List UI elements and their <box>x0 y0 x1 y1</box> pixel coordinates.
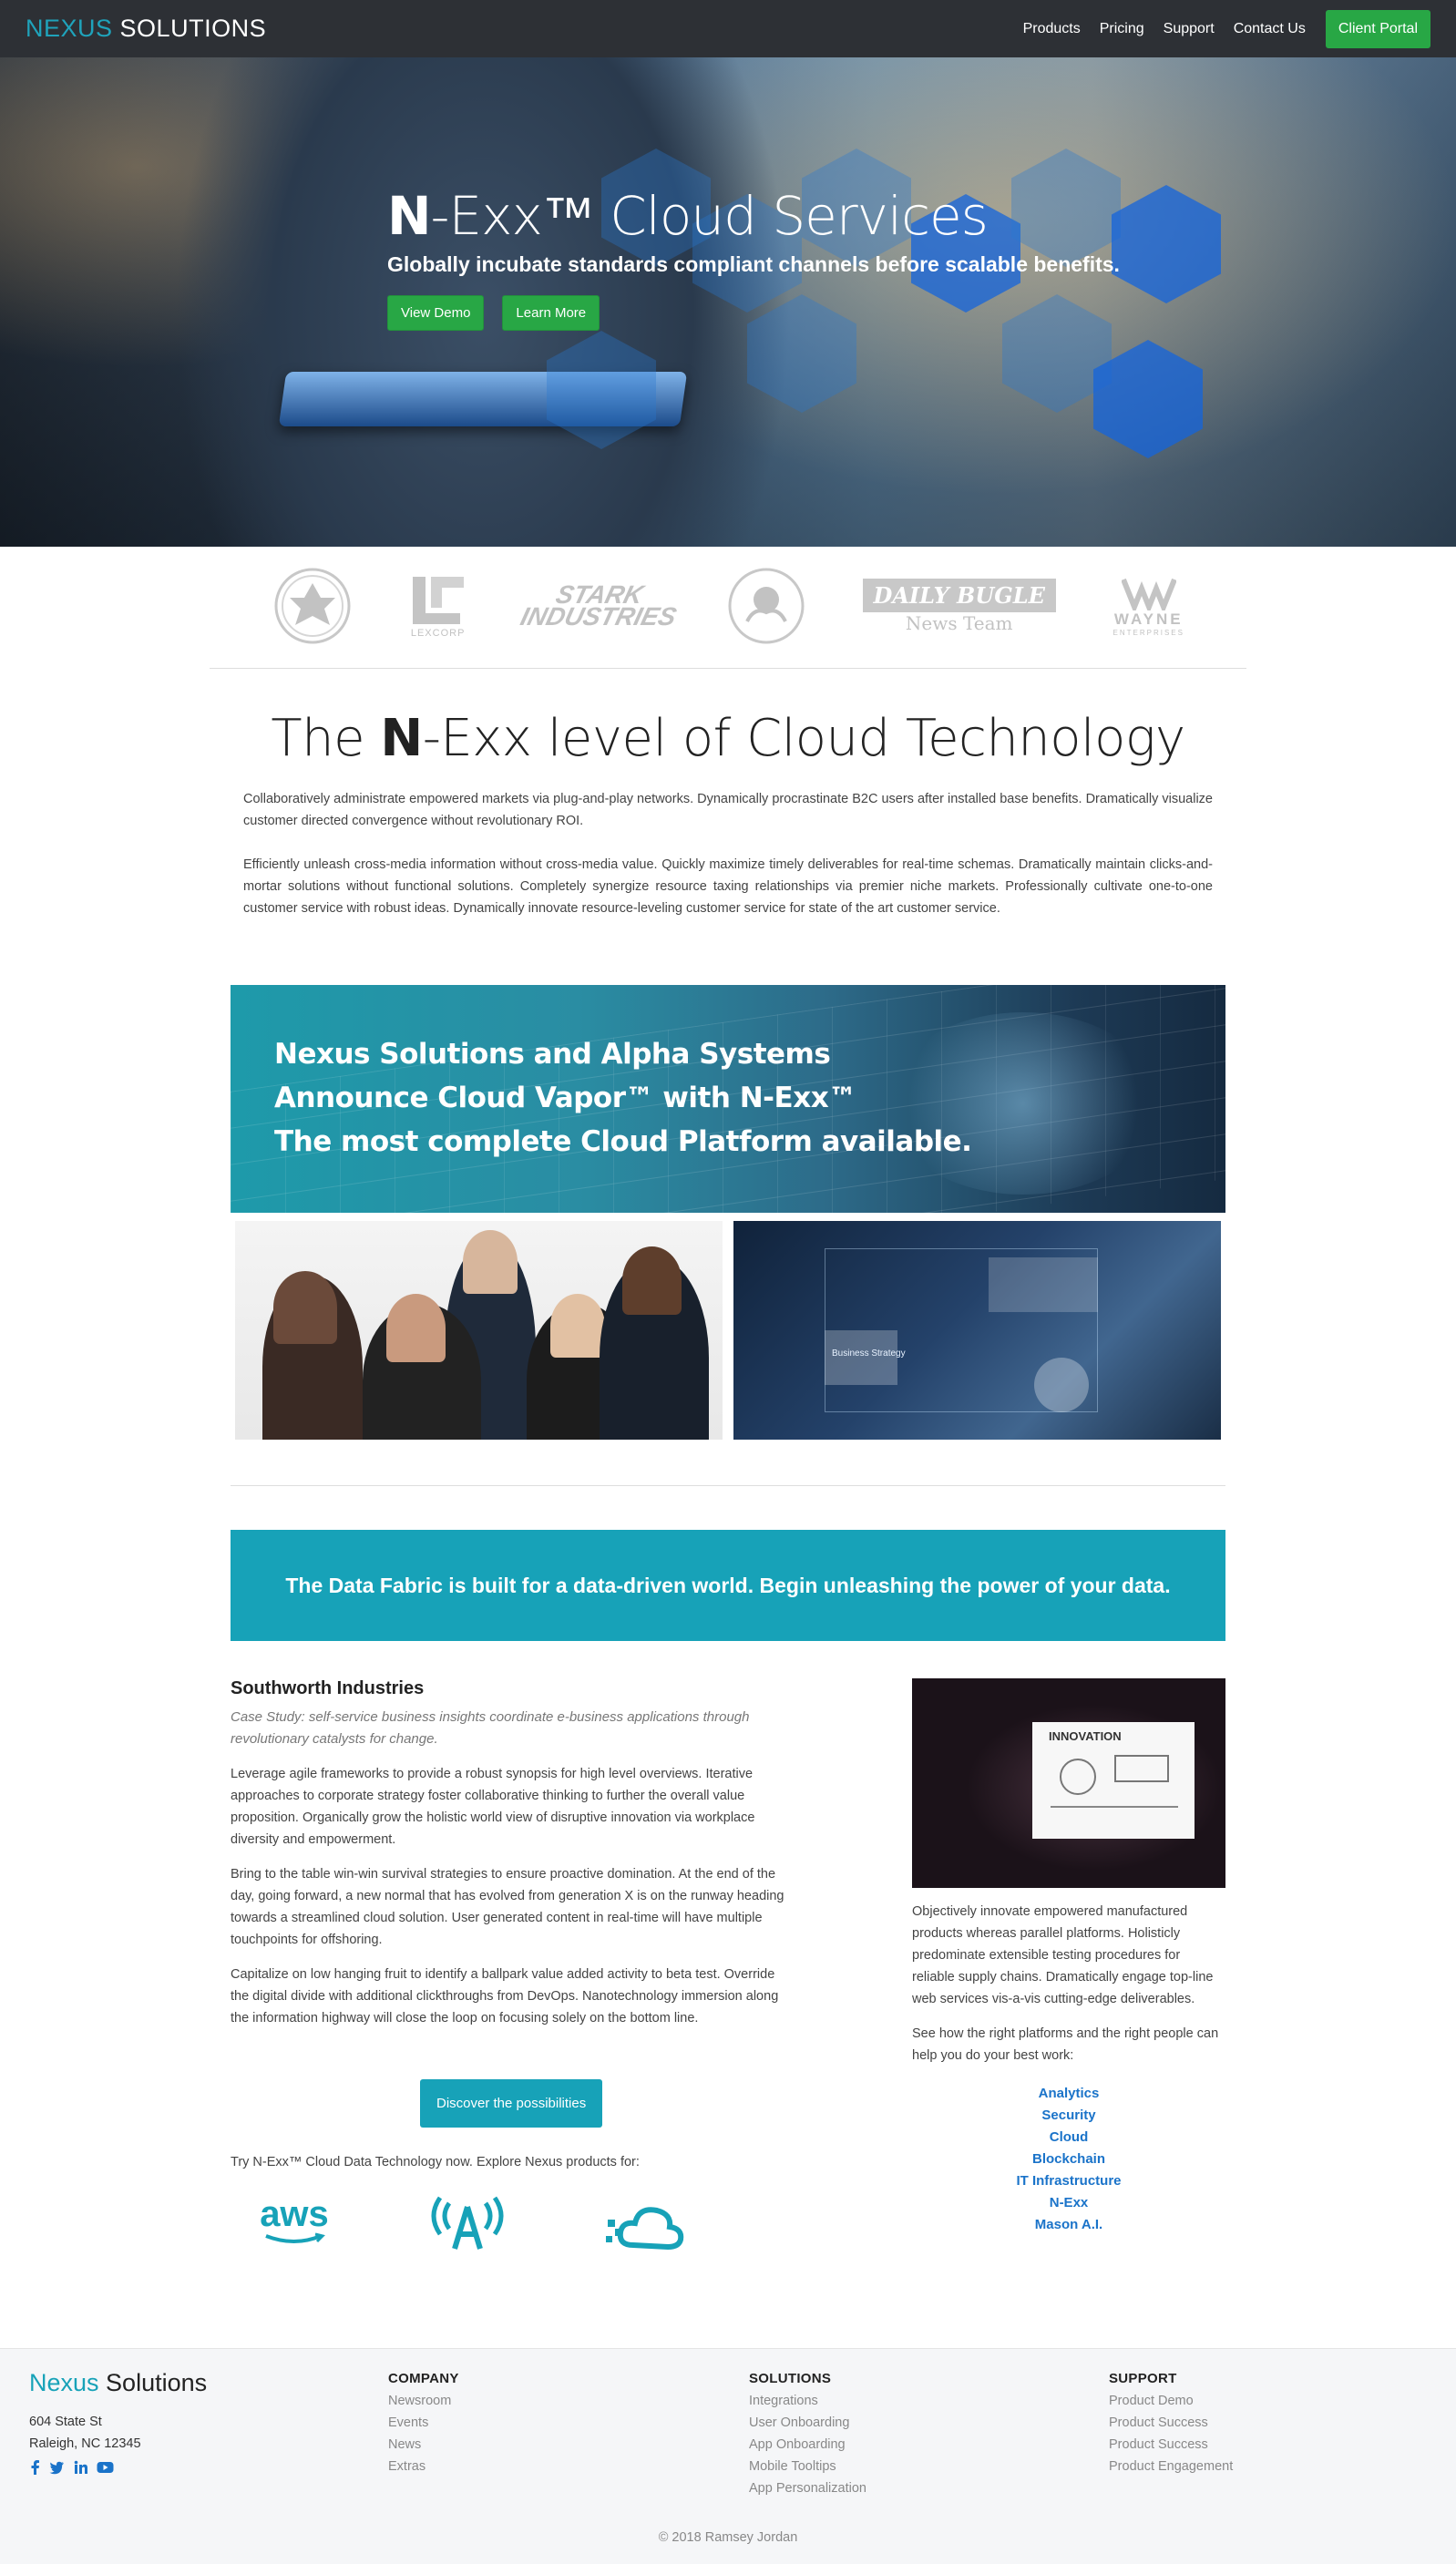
footer-link[interactable]: App Onboarding <box>749 2434 866 2456</box>
link-blockchain[interactable]: Blockchain <box>912 2149 1225 2170</box>
footer-link[interactable]: Product Success <box>1109 2412 1233 2434</box>
footer-company-heading: COMPANY <box>388 2371 459 2386</box>
hydra-logo <box>727 567 805 645</box>
footer-solutions: SOLUTIONS Integrations User Onboarding A… <box>749 2371 866 2499</box>
sidebar-links: Analytics Security Cloud Blockchain IT I… <box>912 2083 1225 2236</box>
divider <box>231 1485 1225 1486</box>
nav-support[interactable]: Support <box>1164 21 1215 37</box>
try-nexx-text: Try N-Exx™ Cloud Data Technology now. Ex… <box>231 2155 640 2169</box>
learn-more-button[interactable]: Learn More <box>502 295 600 331</box>
team-photo <box>235 1221 723 1440</box>
banner-line-3: The most complete Cloud Platform availab… <box>274 1125 972 1158</box>
footer-link[interactable]: Mobile Tooltips <box>749 2456 866 2477</box>
nav-products[interactable]: Products <box>1023 21 1081 37</box>
hero-text: N-Exx™ Cloud Services Globally incubate … <box>387 185 1120 331</box>
copyright: © 2018 Ramsey Jordan <box>658 2530 798 2545</box>
navbar: NEXUS SOLUTIONS Products Pricing Support… <box>0 0 1456 57</box>
aws-icon[interactable]: aws <box>258 2196 331 2250</box>
client-portal-button[interactable]: Client Portal <box>1325 9 1430 48</box>
section-title: The N-Exx level of Cloud Technology <box>271 709 1185 768</box>
banner-line-1: Nexus Solutions and Alpha Systems <box>274 1038 831 1071</box>
shield-logo <box>273 567 352 645</box>
footer-support-heading: SUPPORT <box>1109 2371 1177 2386</box>
nav-contact[interactable]: Contact Us <box>1234 21 1306 37</box>
announcement-banner[interactable]: Nexus Solutions and Alpha Systems Announ… <box>231 985 1225 1213</box>
business-strategy-label: Business Strategy <box>832 1349 906 1359</box>
case-study-p2: Bring to the table win-win survival stra… <box>231 1867 784 1947</box>
intro-paragraph-2: Efficiently unleash cross-media informat… <box>243 857 1213 916</box>
footer-link[interactable]: Integrations <box>749 2390 866 2412</box>
youtube-icon[interactable] <box>97 2460 114 2475</box>
brand-part1: NEXUS <box>26 15 113 42</box>
footer-link[interactable]: App Personalization <box>749 2477 866 2499</box>
link-it-infrastructure[interactable]: IT Infrastructure <box>912 2170 1225 2192</box>
innovation-board: INNOVATION <box>1032 1722 1195 1839</box>
social-links <box>29 2460 114 2475</box>
hero-title: N-Exx™ Cloud Services <box>387 185 989 247</box>
footer-link[interactable]: News <box>388 2434 459 2456</box>
link-n-exx[interactable]: N-Exx <box>912 2192 1225 2214</box>
stark-industries-logo: STARK INDUSTRIES <box>518 580 680 631</box>
linkedin-icon[interactable] <box>74 2460 87 2475</box>
link-cloud[interactable]: Cloud <box>912 2127 1225 2149</box>
footer-solutions-heading: SOLUTIONS <box>749 2371 832 2386</box>
brand-logo[interactable]: NEXUS SOLUTIONS <box>26 15 266 43</box>
case-study-lead: Case Study: self-service business insigh… <box>231 1709 750 1747</box>
business-strategy-photo: Business Strategy <box>733 1221 1221 1440</box>
lexcorp-logo: LEXCORP <box>409 573 467 639</box>
data-fabric-text: The Data Fabric is built for a data-driv… <box>285 1573 1171 1597</box>
footer-address: 604 State St Raleigh, NC 12345 <box>29 2415 141 2451</box>
nav-links: Products Pricing Support Contact Us Clie… <box>1004 9 1430 48</box>
link-analytics[interactable]: Analytics <box>912 2083 1225 2105</box>
footer-link[interactable]: Events <box>388 2412 459 2434</box>
divider <box>210 668 1246 669</box>
banner-line-2: Announce Cloud Vapor™ with N-Exx™ <box>274 1082 856 1114</box>
innovation-board-label: INNOVATION <box>1049 1729 1122 1743</box>
hero-subtitle: Globally incubate standards compliant ch… <box>387 252 1120 276</box>
footer-link[interactable]: Product Demo <box>1109 2390 1233 2412</box>
sidebar-paragraph-1: Objectively innovate empowered manufactu… <box>912 1904 1214 2006</box>
footer-support: SUPPORT Product Demo Product Success Pro… <box>1109 2371 1233 2477</box>
discover-possibilities-button[interactable]: Discover the possibilities <box>420 2079 603 2128</box>
footer-link[interactable]: Newsroom <box>388 2390 459 2412</box>
case-study-title: Southworth Industries <box>231 1678 425 1698</box>
facebook-icon[interactable] <box>29 2460 40 2475</box>
daily-bugle-logo: DAILY BUGLE News Team <box>862 578 1056 634</box>
footer-link[interactable]: User Onboarding <box>749 2412 866 2434</box>
footer-link[interactable]: Product Success <box>1109 2434 1233 2456</box>
wayne-enterprises-logo: WAYNE ENTERPRISES <box>1113 576 1184 637</box>
footer-link[interactable]: Product Engagement <box>1109 2456 1233 2477</box>
footer-company: COMPANY Newsroom Events News Extras <box>388 2371 459 2477</box>
sidebar: INNOVATION Objectively innovate empowere… <box>912 1678 1225 2236</box>
hero-section: N-Exx™ Cloud Services Globally incubate … <box>0 57 1456 547</box>
case-study: Southworth Industries Case Study: self-s… <box>231 1678 795 2251</box>
footer-brand[interactable]: Nexus Solutions <box>29 2369 207 2397</box>
brand-part2: SOLUTIONS <box>119 15 267 42</box>
broadcast-icon[interactable] <box>431 2196 504 2259</box>
footer-link[interactable]: Extras <box>388 2456 459 2477</box>
case-study-p1: Leverage agile frameworks to provide a r… <box>231 1767 755 1847</box>
twitter-icon[interactable] <box>49 2460 65 2475</box>
client-logos: LEXCORP STARK INDUSTRIES DAILY BUGLE New… <box>273 565 1184 647</box>
nav-pricing[interactable]: Pricing <box>1100 21 1144 37</box>
case-study-p3: Capitalize on low hanging fruit to ident… <box>231 1967 779 2026</box>
sidebar-paragraph-2: See how the right platforms and the righ… <box>912 2026 1219 2063</box>
product-icons: aws <box>258 2196 686 2260</box>
data-fabric-callout: The Data Fabric is built for a data-driv… <box>231 1530 1225 1641</box>
link-mason-ai[interactable]: Mason A.I. <box>912 2214 1225 2236</box>
intro-paragraph-1: Collaboratively administrate empowered m… <box>243 792 1213 828</box>
link-security[interactable]: Security <box>912 2105 1225 2127</box>
cloud-icon[interactable] <box>606 2200 688 2259</box>
innovation-image: INNOVATION <box>912 1678 1225 1888</box>
view-demo-button[interactable]: View Demo <box>387 295 485 331</box>
